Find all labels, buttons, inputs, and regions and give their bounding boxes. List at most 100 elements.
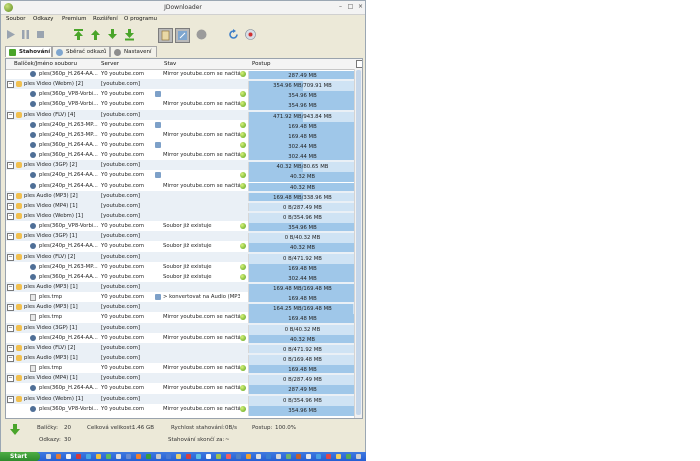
tab-linkgrabber[interactable]: Sběrač odkazů (52, 46, 110, 57)
move-up-icon[interactable] (89, 28, 102, 41)
file-row[interactable]: ples(360p_VP8-Vorbi... Y0 youtube.com Soub… (6, 221, 356, 234)
quicklaunch-icon[interactable] (236, 454, 241, 459)
package-row[interactable]: − ples Video (Webm) [2] [youtube.com] 354.9… (6, 79, 356, 92)
expand-collapse-icon[interactable]: − (7, 192, 14, 200)
package-row[interactable]: − ples Video (FLV) [2] [youtube.com] 0 B/47… (6, 342, 356, 355)
expand-collapse-icon[interactable]: − (7, 395, 14, 403)
quicklaunch-icon[interactable] (306, 454, 311, 459)
file-row[interactable]: ples(360p_H.264-AA... Y0 youtube.com Mirro… (6, 69, 356, 81)
menu-odkazy[interactable]: Odkazy (33, 16, 53, 22)
quicklaunch-icon[interactable] (166, 454, 171, 459)
expand-collapse-icon[interactable]: − (7, 253, 14, 261)
quicklaunch-icon[interactable] (76, 454, 81, 459)
quicklaunch-icon[interactable] (296, 454, 301, 459)
quicklaunch-icon[interactable] (46, 454, 51, 459)
file-row[interactable]: ples(360p_VP8-Vorbi... Y0 youtube.com 354.… (6, 89, 356, 102)
quicklaunch-icon[interactable] (256, 454, 261, 459)
quicklaunch-icon[interactable] (156, 454, 161, 459)
quicklaunch-icon[interactable] (126, 454, 131, 459)
file-row[interactable]: ples(240p_H.264-AA... Y0 youtube.com Soubo… (6, 241, 356, 254)
package-row[interactable]: − ples Audio (MP3) [1] [youtube.com] 0 B/16… (6, 352, 356, 365)
vertical-scrollbar[interactable] (354, 69, 362, 418)
tab-downloads[interactable]: Stahování (5, 46, 52, 57)
file-row[interactable]: ples(240p_H.263-MP... Y0 youtube.com 169.4… (6, 120, 356, 132)
package-row[interactable]: − ples Video (Webm) [1] [youtube.com] 0 B/3… (6, 393, 356, 406)
file-row[interactable]: ples(360p_H.264-AA... Y0 youtube.com Mirro… (6, 383, 356, 396)
start-button[interactable]: Start (0, 452, 40, 461)
file-row[interactable]: ples(240p_H.264-AA... Y0 youtube.com Mirro… (6, 333, 356, 345)
move-top-icon[interactable] (72, 28, 85, 41)
play-icon[interactable] (4, 28, 17, 41)
package-row[interactable]: − ples Audio (MP3) [1] [youtube.com] 169.48… (6, 281, 356, 294)
scrollbar-thumb[interactable] (356, 70, 361, 415)
quicklaunch-icon[interactable] (56, 454, 61, 459)
file-row[interactable]: ples(240p_H.264-AA... Y0 youtube.com 40.32… (6, 170, 356, 183)
expand-collapse-icon[interactable]: − (7, 283, 14, 291)
package-row[interactable]: − ples Video (3GP) [1] [youtube.com] 0 B/40… (6, 322, 356, 335)
column-chooser-icon[interactable] (356, 60, 362, 68)
package-row[interactable]: − ples Video (3GP) [2] [youtube.com] 40.32 … (6, 160, 356, 173)
column-header-status[interactable]: Stav (164, 61, 176, 67)
quicklaunch-icon[interactable] (266, 454, 271, 459)
quicklaunch-icon[interactable] (96, 454, 101, 459)
quicklaunch-icon[interactable] (146, 454, 151, 459)
column-header-name[interactable]: Balíček/Jméno souboru (14, 61, 77, 67)
quicklaunch-icon[interactable] (276, 454, 281, 459)
quicklaunch-icon[interactable] (136, 454, 141, 459)
menu-rozsireni[interactable]: Rozšíření (93, 16, 118, 22)
quicklaunch-icon[interactable] (226, 454, 231, 459)
quicklaunch-icon[interactable] (246, 454, 251, 459)
file-row[interactable]: ples.tmp Y0 youtube.com Mirror youtube.com… (6, 312, 356, 325)
expand-collapse-icon[interactable]: − (7, 202, 14, 210)
pause-icon[interactable] (19, 28, 32, 41)
expand-collapse-icon[interactable]: − (7, 233, 14, 241)
quicklaunch-icon[interactable] (216, 454, 221, 459)
quicklaunch-icon[interactable] (66, 454, 71, 459)
stop-icon[interactable] (34, 28, 47, 41)
package-row[interactable]: − ples Video (FLV) [2] [youtube.com] 0 B/47… (6, 251, 356, 264)
menu-soubor[interactable]: Soubor (6, 16, 25, 22)
expand-collapse-icon[interactable]: − (7, 212, 14, 220)
quicklaunch-icon[interactable] (186, 454, 191, 459)
quicklaunch-icon[interactable] (106, 454, 111, 459)
package-row[interactable]: − ples Video (FLV) [4] [youtube.com] 471.92… (6, 109, 356, 122)
menu-premium[interactable]: Premium (62, 16, 86, 22)
expand-collapse-icon[interactable]: − (7, 81, 14, 89)
maximize-icon[interactable]: □ (346, 3, 355, 11)
move-down-icon[interactable] (106, 28, 119, 41)
quicklaunch-icon[interactable] (286, 454, 291, 459)
file-row[interactable]: ples(360p_H.264-AA... Y0 youtube.com Mirro… (6, 150, 356, 163)
column-header-progress[interactable]: Postup (252, 61, 271, 67)
file-row[interactable]: ples(240p_H.263-MP... Y0 youtube.com Mirro… (6, 130, 356, 142)
package-row[interactable]: − ples Video (Webm) [1] [youtube.com] 0 B/3… (6, 210, 356, 223)
menu-o-programu[interactable]: O programu (124, 16, 157, 22)
tab-settings[interactable]: Nastavení (110, 46, 157, 57)
quicklaunch-icon[interactable] (316, 454, 321, 459)
quicklaunch-icon[interactable] (356, 454, 361, 459)
quicklaunch-icon[interactable] (326, 454, 331, 459)
refresh-icon[interactable] (227, 28, 240, 41)
package-row[interactable]: − ples Audio (MP3) [2] [youtube.com] 169.48… (6, 190, 356, 203)
expand-collapse-icon[interactable]: − (7, 354, 14, 362)
reconnect-toggle-icon[interactable] (175, 28, 190, 43)
file-row[interactable]: ples.tmp Y0 youtube.com > konvertovat na A… (6, 292, 356, 305)
expand-collapse-icon[interactable]: − (7, 344, 14, 352)
expand-collapse-icon[interactable]: − (7, 162, 14, 170)
premium-icon[interactable] (195, 28, 208, 41)
close-icon[interactable]: × (356, 3, 365, 11)
package-row[interactable]: − ples Video (3GP) [1] [youtube.com] 0 B/40… (6, 231, 356, 244)
file-row[interactable]: ples(240p_H.263-MP... Y0 youtube.com Soubo… (6, 262, 356, 274)
package-row[interactable]: − ples Video (MP4) [1] [youtube.com] 0 B/28… (6, 200, 356, 213)
file-row[interactable]: ples(360p_H.264-AA... Y0 youtube.com 302.4… (6, 140, 356, 152)
quicklaunch-icon[interactable] (116, 454, 121, 459)
package-row[interactable]: − ples Video (MP4) [1] [youtube.com] 0 B/28… (6, 373, 356, 386)
quicklaunch-icon[interactable] (206, 454, 211, 459)
update-icon[interactable] (244, 28, 257, 41)
column-header-server[interactable]: Server (101, 61, 119, 67)
quicklaunch-icon[interactable] (346, 454, 351, 459)
quicklaunch-icon[interactable] (336, 454, 341, 459)
quicklaunch-icon[interactable] (86, 454, 91, 459)
expand-collapse-icon[interactable]: − (7, 375, 14, 383)
minimize-icon[interactable]: – (336, 3, 345, 11)
package-row[interactable]: − ples Audio (MP3) [1] [youtube.com] 164.25… (6, 302, 356, 315)
